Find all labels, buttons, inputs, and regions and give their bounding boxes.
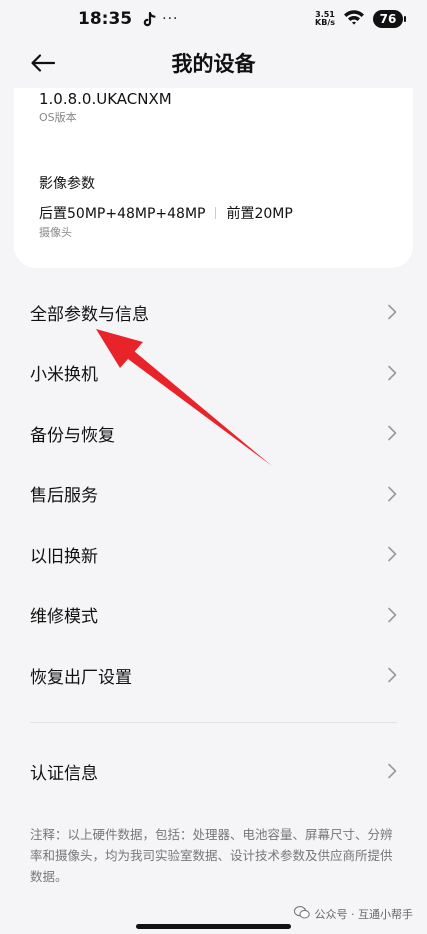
chevron-right-icon xyxy=(387,667,397,683)
menu-item-label: 维修模式 xyxy=(30,607,98,628)
status-time: 18:35 xyxy=(78,9,133,29)
os-version-label: OS版本 xyxy=(39,111,77,124)
certification-menu: 认证信息 xyxy=(0,741,427,802)
camera-section-title: 影像参数 xyxy=(39,176,95,192)
menu-divider xyxy=(30,722,397,723)
camera-front-value: 前置20MP xyxy=(226,206,293,222)
menu-item-label: 备份与恢复 xyxy=(30,425,115,446)
more-notifications-icon: ··· xyxy=(162,11,179,27)
camera-label: 摄像头 xyxy=(39,226,72,239)
status-bar: 18:35 ··· 3.51 KB/s 76 xyxy=(0,0,427,38)
watermark: 公众号 · 互通小帮手 xyxy=(293,906,414,922)
chevron-right-icon xyxy=(387,763,397,779)
menu-item-certification[interactable]: 认证信息 xyxy=(0,741,427,802)
status-right: 3.51 KB/s 76 xyxy=(315,9,406,29)
menu-item-label: 全部参数与信息 xyxy=(30,304,149,325)
status-notification-icons: ··· xyxy=(142,11,178,27)
wechat-icon xyxy=(293,906,310,922)
footnote: 注释：以上硬件数据，包括：处理器、电池容量、屏幕尺寸、分辨率和摄像头，均为我司实… xyxy=(30,827,393,884)
settings-menu: 全部参数与信息 小米换机 备份与恢复 售后服务 以旧换新 维修模式 恢复出厂设置 xyxy=(0,282,427,706)
menu-item-after-sales[interactable]: 售后服务 xyxy=(0,464,427,525)
chevron-right-icon xyxy=(387,486,397,502)
menu-item-label: 恢复出厂设置 xyxy=(30,667,132,688)
watermark-text: 公众号 · 互通小帮手 xyxy=(314,908,414,921)
chevron-right-icon xyxy=(387,365,397,381)
network-speed: 3.51 KB/s xyxy=(315,11,335,27)
chevron-right-icon xyxy=(387,546,397,562)
menu-item-all-specs[interactable]: 全部参数与信息 xyxy=(0,282,427,343)
menu-item-label: 售后服务 xyxy=(30,486,98,507)
back-button[interactable] xyxy=(28,50,58,76)
camera-separator xyxy=(215,207,217,219)
tiktok-icon xyxy=(142,11,156,27)
os-version-value: 1.0.8.0.UKACNXM xyxy=(39,90,172,108)
menu-item-label: 认证信息 xyxy=(30,763,98,784)
device-info-card: 1.0.8.0.UKACNXM OS版本 影像参数 后置50MP+48MP+48… xyxy=(14,88,413,268)
wifi-icon xyxy=(343,9,365,29)
network-speed-unit: KB/s xyxy=(315,18,335,27)
page-title: 我的设备 xyxy=(171,52,256,76)
menu-item-repair-mode[interactable]: 维修模式 xyxy=(0,585,427,646)
battery-indicator: 76 xyxy=(373,10,406,28)
camera-rear-value: 后置50MP+48MP+48MP xyxy=(39,206,206,222)
chevron-right-icon xyxy=(387,607,397,623)
arrow-left-icon xyxy=(31,54,56,72)
menu-item-trade-in[interactable]: 以旧换新 xyxy=(0,524,427,585)
camera-values: 后置50MP+48MP+48MP 前置20MP xyxy=(39,203,293,223)
page-header: 我的设备 xyxy=(0,38,427,88)
menu-item-mi-mover[interactable]: 小米换机 xyxy=(0,343,427,404)
menu-item-label: 以旧换新 xyxy=(30,546,98,567)
menu-item-factory-reset[interactable]: 恢复出厂设置 xyxy=(0,645,427,706)
menu-item-backup-restore[interactable]: 备份与恢复 xyxy=(0,403,427,464)
chevron-right-icon xyxy=(387,304,397,320)
home-indicator[interactable] xyxy=(136,924,291,929)
menu-item-label: 小米换机 xyxy=(30,365,98,386)
chevron-right-icon xyxy=(387,425,397,441)
